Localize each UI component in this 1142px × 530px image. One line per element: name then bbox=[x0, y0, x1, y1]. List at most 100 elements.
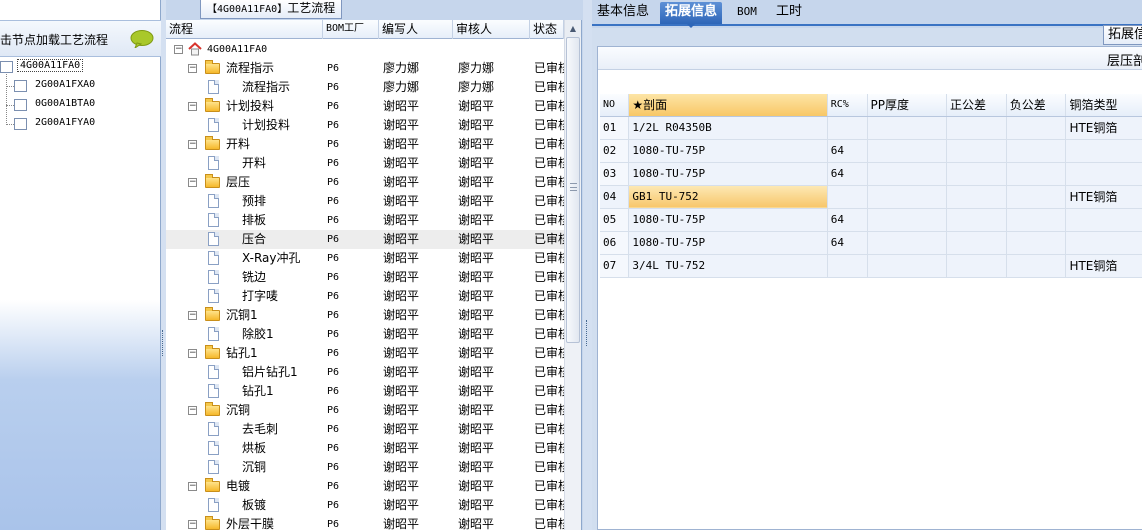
column-header-writer[interactable]: 编写人 bbox=[379, 20, 453, 39]
tree-row[interactable]: 烘板 P6 谢昭平 谢昭平 已审核 bbox=[166, 439, 564, 458]
tree-row[interactable]: 预排 P6 谢昭平 谢昭平 已审核 bbox=[166, 192, 564, 211]
collapse-icon[interactable]: − bbox=[174, 45, 183, 54]
cell-foil-type[interactable] bbox=[1065, 162, 1142, 186]
column-header-rc[interactable]: RC% bbox=[827, 94, 868, 117]
column-header-positive-tolerance[interactable]: 正公差 bbox=[946, 94, 1007, 117]
cell-profile[interactable]: 1080-TU-75P bbox=[628, 208, 828, 232]
cell-profile[interactable]: 1/2L R04350B bbox=[628, 116, 828, 140]
cell-rc[interactable]: 64 bbox=[827, 231, 868, 255]
cell-profile[interactable]: 3/4L TU-752 bbox=[628, 254, 828, 278]
tree-row[interactable]: 压合 P6 谢昭平 谢昭平 已审核 bbox=[166, 230, 564, 249]
cell-rc[interactable] bbox=[827, 254, 868, 278]
cell-foil-type[interactable] bbox=[1065, 231, 1142, 255]
column-header-pp-thickness[interactable]: PP厚度 bbox=[867, 94, 948, 117]
collapse-icon[interactable]: − bbox=[188, 140, 197, 149]
cell-foil-type[interactable]: HTE铜箔 bbox=[1065, 185, 1142, 209]
cell-positive-tolerance[interactable] bbox=[946, 185, 1007, 209]
tree-row[interactable]: − 流程指示 P6 廖力娜 廖力娜 已审核 bbox=[166, 59, 564, 78]
column-header-foil-type[interactable]: 铜箔类型 bbox=[1065, 94, 1142, 117]
table-row[interactable]: 07 3/4L TU-752 HTE铜箔 bbox=[600, 254, 1142, 278]
cell-positive-tolerance[interactable] bbox=[946, 162, 1007, 186]
table-row[interactable]: 01 1/2L R04350B HTE铜箔 bbox=[600, 116, 1142, 140]
cell-negative-tolerance[interactable] bbox=[1006, 254, 1067, 278]
scrollbar-thumb[interactable] bbox=[566, 37, 580, 343]
subtab-extended[interactable]: 拓展信 bbox=[1102, 25, 1142, 45]
tree-node-root[interactable]: 4G00A11FA0 bbox=[0, 58, 161, 77]
tree-row[interactable]: 开料 P6 谢昭平 谢昭平 已审核 bbox=[166, 154, 564, 173]
cell-pp-thickness[interactable] bbox=[867, 185, 948, 209]
scroll-up-arrow-icon[interactable]: ▲ bbox=[565, 20, 581, 37]
cell-foil-type[interactable]: HTE铜箔 bbox=[1065, 254, 1142, 278]
table-row[interactable]: 03 1080-TU-75P 64 bbox=[600, 162, 1142, 186]
tree-row[interactable]: − 开料 P6 谢昭平 谢昭平 已审核 bbox=[166, 135, 564, 154]
collapse-icon[interactable]: − bbox=[188, 520, 197, 529]
tree-node-child[interactable]: 2G00A1FXA0 bbox=[0, 77, 161, 96]
tree-row[interactable]: 板镀 P6 谢昭平 谢昭平 已审核 bbox=[166, 496, 564, 515]
tree-row[interactable]: 沉铜 P6 谢昭平 谢昭平 已审核 bbox=[166, 458, 564, 477]
tree-row[interactable]: − 层压 P6 谢昭平 谢昭平 已审核 bbox=[166, 173, 564, 192]
cell-rc[interactable] bbox=[827, 116, 868, 140]
column-header-reviewer[interactable]: 审核人 bbox=[453, 20, 530, 39]
collapse-icon[interactable]: − bbox=[188, 102, 197, 111]
tree-row[interactable]: 铣边 P6 谢昭平 谢昭平 已审核 bbox=[166, 268, 564, 287]
tree-row[interactable]: − 电镀 P6 谢昭平 谢昭平 已审核 bbox=[166, 477, 564, 496]
cell-pp-thickness[interactable] bbox=[867, 208, 948, 232]
tab-basic-info[interactable]: 基本信息 bbox=[592, 2, 654, 24]
cell-profile[interactable]: GB1 TU-752 bbox=[628, 185, 828, 209]
cell-profile[interactable]: 1080-TU-75P bbox=[628, 162, 828, 186]
tree-node-child[interactable]: 2G00A1FYA0 bbox=[0, 115, 161, 134]
cell-negative-tolerance[interactable] bbox=[1006, 139, 1067, 163]
cell-profile[interactable]: 1080-TU-75P bbox=[628, 139, 828, 163]
cell-positive-tolerance[interactable] bbox=[946, 116, 1007, 140]
cell-pp-thickness[interactable] bbox=[867, 116, 948, 140]
cell-negative-tolerance[interactable] bbox=[1006, 231, 1067, 255]
cell-positive-tolerance[interactable] bbox=[946, 208, 1007, 232]
collapse-icon[interactable]: − bbox=[188, 482, 197, 491]
tree-row-root[interactable]: − 4G00A11FA0 bbox=[166, 40, 564, 59]
tree-row[interactable]: X-Ray冲孔 P6 谢昭平 谢昭平 已审核 bbox=[166, 249, 564, 268]
column-header-status[interactable]: 状态 bbox=[530, 20, 564, 39]
cell-rc[interactable]: 64 bbox=[827, 208, 868, 232]
tree-row[interactable]: 钻孔1 P6 谢昭平 谢昭平 已审核 bbox=[166, 382, 564, 401]
column-header-profile[interactable]: ★剖面 bbox=[628, 94, 828, 117]
cell-pp-thickness[interactable] bbox=[867, 231, 948, 255]
tree-row[interactable]: − 沉铜1 P6 谢昭平 谢昭平 已审核 bbox=[166, 306, 564, 325]
cell-positive-tolerance[interactable] bbox=[946, 231, 1007, 255]
cell-negative-tolerance[interactable] bbox=[1006, 162, 1067, 186]
tab-bom[interactable]: BOM bbox=[732, 2, 762, 24]
cell-pp-thickness[interactable] bbox=[867, 162, 948, 186]
tree-row[interactable]: − 钻孔1 P6 谢昭平 谢昭平 已审核 bbox=[166, 344, 564, 363]
splitter-grip[interactable] bbox=[586, 320, 588, 346]
cell-foil-type[interactable] bbox=[1065, 139, 1142, 163]
tree-row[interactable]: 除胶1 P6 谢昭平 谢昭平 已审核 bbox=[166, 325, 564, 344]
cell-pp-thickness[interactable] bbox=[867, 254, 948, 278]
cell-rc[interactable]: 64 bbox=[827, 162, 868, 186]
cell-profile[interactable]: 1080-TU-75P bbox=[628, 231, 828, 255]
column-header-no[interactable]: NO bbox=[600, 94, 630, 117]
table-row[interactable]: 02 1080-TU-75P 64 bbox=[600, 139, 1142, 163]
right-splitter[interactable] bbox=[583, 0, 592, 530]
cell-foil-type[interactable]: HTE铜箔 bbox=[1065, 116, 1142, 140]
collapse-icon[interactable]: − bbox=[188, 311, 197, 320]
tree-row[interactable]: 铝片钻孔1 P6 谢昭平 谢昭平 已审核 bbox=[166, 363, 564, 382]
collapse-icon[interactable]: − bbox=[188, 349, 197, 358]
cell-rc[interactable]: 64 bbox=[827, 139, 868, 163]
tree-node-child[interactable]: 0G00A1BTA0 bbox=[0, 96, 161, 115]
cell-positive-tolerance[interactable] bbox=[946, 254, 1007, 278]
splitter-grip[interactable] bbox=[162, 330, 164, 356]
tree-row[interactable]: 流程指示 P6 廖力娜 廖力娜 已审核 bbox=[166, 78, 564, 97]
column-header-bom-factory[interactable]: BOM工厂 bbox=[323, 20, 379, 39]
tree-row[interactable]: − 计划投料 P6 谢昭平 谢昭平 已审核 bbox=[166, 97, 564, 116]
tab-extended-info[interactable]: 拓展信息 bbox=[660, 2, 723, 28]
collapse-icon[interactable]: − bbox=[188, 406, 197, 415]
tree-row[interactable]: 排板 P6 谢昭平 谢昭平 已审核 bbox=[166, 211, 564, 230]
cell-negative-tolerance[interactable] bbox=[1006, 208, 1067, 232]
column-header-flow[interactable]: 流程 bbox=[166, 20, 323, 39]
cell-rc[interactable] bbox=[827, 185, 868, 209]
tree-row[interactable]: 计划投料 P6 谢昭平 谢昭平 已审核 bbox=[166, 116, 564, 135]
cell-positive-tolerance[interactable] bbox=[946, 139, 1007, 163]
column-header-negative-tolerance[interactable]: 负公差 bbox=[1006, 94, 1067, 117]
cell-negative-tolerance[interactable] bbox=[1006, 116, 1067, 140]
cell-foil-type[interactable] bbox=[1065, 208, 1142, 232]
collapse-icon[interactable]: − bbox=[188, 64, 197, 73]
